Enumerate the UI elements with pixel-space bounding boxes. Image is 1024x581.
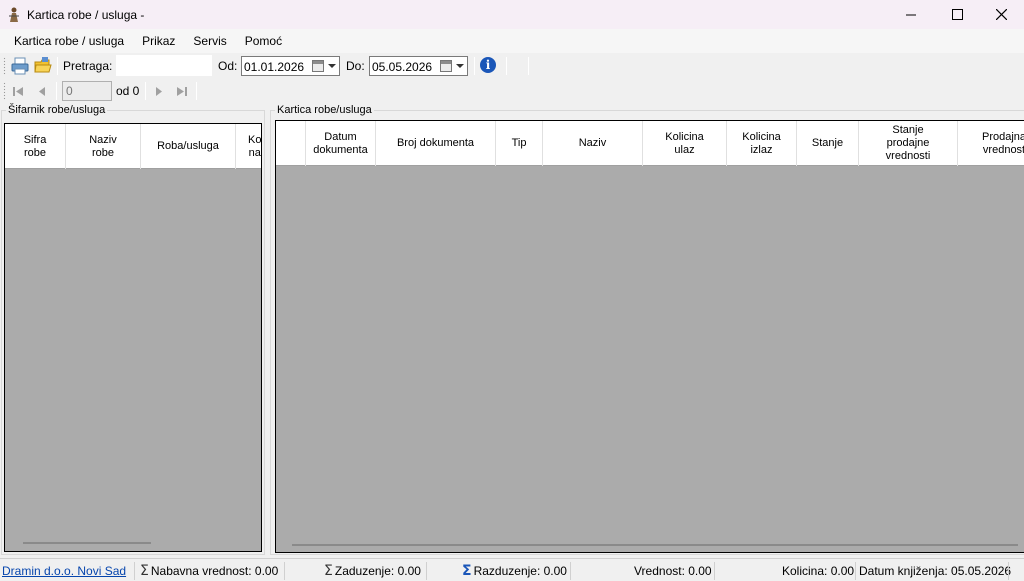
close-button[interactable] (978, 0, 1024, 29)
search-label: Pretraga: (63, 59, 113, 73)
status-separator (855, 562, 856, 580)
toolbar-separator (196, 82, 197, 100)
column-header[interactable]: Naziv (543, 121, 643, 166)
toolbar-separator (474, 57, 475, 75)
item-card-grid[interactable]: Datum dokumenta Broj dokumenta Tip Naziv… (275, 120, 1024, 553)
od-label: Od: (218, 59, 238, 73)
nabavna-vrednost: Nabavna vrednost: 0.00 (150, 564, 279, 578)
main-toolbar: Pretraga: Od: 01.01.2026 Do: 05.05.2026 … (0, 54, 530, 78)
status-separator (284, 562, 285, 580)
column-header[interactable]: Kolicina ulaz (643, 121, 727, 166)
grid-header: Datum dokumenta Broj dokumenta Tip Naziv… (276, 121, 1024, 166)
record-navigator: 0 od 0 (0, 79, 200, 103)
company-link[interactable]: Dramin d.o.o. Novi Sad (2, 564, 126, 578)
menu-pomoc[interactable]: Pomoć (236, 29, 291, 53)
menu-prikaz[interactable]: Prikaz (133, 29, 184, 53)
razduzenje-value: Razduzenje: 0.00 (473, 564, 567, 578)
sigma-icon: Σ (462, 563, 472, 579)
column-header[interactable]: Kolicina izlaz (727, 121, 797, 166)
item-card-panel: Kartica robe/usluga Datum dokumenta Broj… (270, 103, 1024, 555)
status-separator (1008, 562, 1009, 580)
column-header[interactable]: Datum dokumenta (306, 121, 376, 166)
item-card-title: Kartica robe/usluga (275, 103, 374, 117)
open-folder-icon[interactable] (33, 56, 53, 76)
chevron-down-icon[interactable] (456, 64, 464, 68)
column-header[interactable]: Naziv robe (66, 124, 141, 169)
zaduzenje-value: Zaduzenje: 0.00 (334, 564, 421, 578)
column-header[interactable]: Stanje (797, 121, 859, 166)
od-date-value: 01.01.2026 (244, 60, 305, 74)
do-date-value: 05.05.2026 (372, 60, 433, 74)
toolbar-separator (145, 82, 146, 100)
record-count-label: od 0 (116, 84, 140, 98)
toolbar-separator (528, 57, 529, 75)
items-catalog-panel: Šifarnik robe/usluga Sifra robe Naziv ro… (1, 103, 265, 555)
menu-bar: Kartica robe / usluga Prikaz Servis Pomo… (0, 29, 1024, 53)
od-date-picker[interactable]: 01.01.2026 (241, 56, 340, 76)
row-header-column (276, 121, 306, 166)
maximize-icon (951, 9, 963, 20)
items-catalog-title: Šifarnik robe/usluga (6, 103, 108, 117)
menu-servis[interactable]: Servis (184, 29, 235, 53)
do-label: Do: (346, 59, 365, 73)
column-header[interactable]: Roba/usluga (141, 124, 236, 169)
status-separator (426, 562, 427, 580)
datum-knjizenja: Datum knjiženja: 05.05.2026 (859, 564, 1012, 578)
horizontal-scrollbar[interactable] (23, 542, 151, 544)
kolicina-value: Kolicina: 0.00 (782, 564, 855, 578)
horizontal-scrollbar[interactable] (292, 544, 1018, 546)
window-title: Kartica robe / usluga - (27, 7, 145, 22)
toolbar-grip[interactable] (3, 82, 6, 100)
menu-kartica[interactable]: Kartica robe / usluga (5, 29, 133, 53)
search-input[interactable] (116, 55, 212, 76)
status-separator (714, 562, 715, 580)
status-separator (570, 562, 571, 580)
next-record-icon[interactable] (151, 83, 167, 99)
minimize-button[interactable] (888, 0, 934, 29)
status-bar: Dramin d.o.o. Novi Sad Σ Nabavna vrednost… (0, 558, 1024, 581)
title-bar: Kartica robe / usluga - (0, 0, 1024, 29)
toolbar-separator (506, 57, 507, 75)
calendar-icon[interactable] (312, 60, 324, 72)
column-header[interactable]: Ko na (236, 124, 261, 169)
toolbar-grip[interactable] (3, 57, 6, 75)
print-icon[interactable] (10, 56, 30, 76)
minimize-icon (906, 14, 916, 15)
calendar-icon[interactable] (440, 60, 452, 72)
info-icon[interactable]: i (480, 57, 496, 73)
column-header[interactable]: Prodajna vrednost (958, 121, 1024, 166)
status-separator (134, 562, 135, 580)
previous-record-icon[interactable] (34, 83, 50, 99)
record-position-input[interactable]: 0 (62, 81, 112, 101)
close-icon (995, 9, 1007, 20)
vrednost-value: Vrednost: 0.00 (634, 564, 712, 578)
column-header[interactable]: Broj dokumenta (376, 121, 496, 166)
items-catalog-grid[interactable]: Sifra robe Naziv robe Roba/usluga Ko na (4, 123, 262, 552)
sigma-icon: Σ (140, 563, 149, 579)
sigma-icon: Σ (324, 563, 333, 579)
column-header[interactable]: Sifra robe (5, 124, 66, 169)
toolbar-separator (56, 82, 57, 100)
toolbar-separator (57, 57, 58, 75)
first-record-icon[interactable] (10, 83, 26, 99)
column-header[interactable]: Stanje prodajne vrednosti (859, 121, 958, 166)
last-record-icon[interactable] (174, 83, 190, 99)
app-icon (9, 7, 19, 22)
do-date-picker[interactable]: 05.05.2026 (369, 56, 468, 76)
maximize-button[interactable] (934, 0, 980, 29)
column-header[interactable]: Tip (496, 121, 543, 166)
chevron-down-icon[interactable] (328, 64, 336, 68)
grid-header: Sifra robe Naziv robe Roba/usluga Ko na (5, 124, 261, 169)
